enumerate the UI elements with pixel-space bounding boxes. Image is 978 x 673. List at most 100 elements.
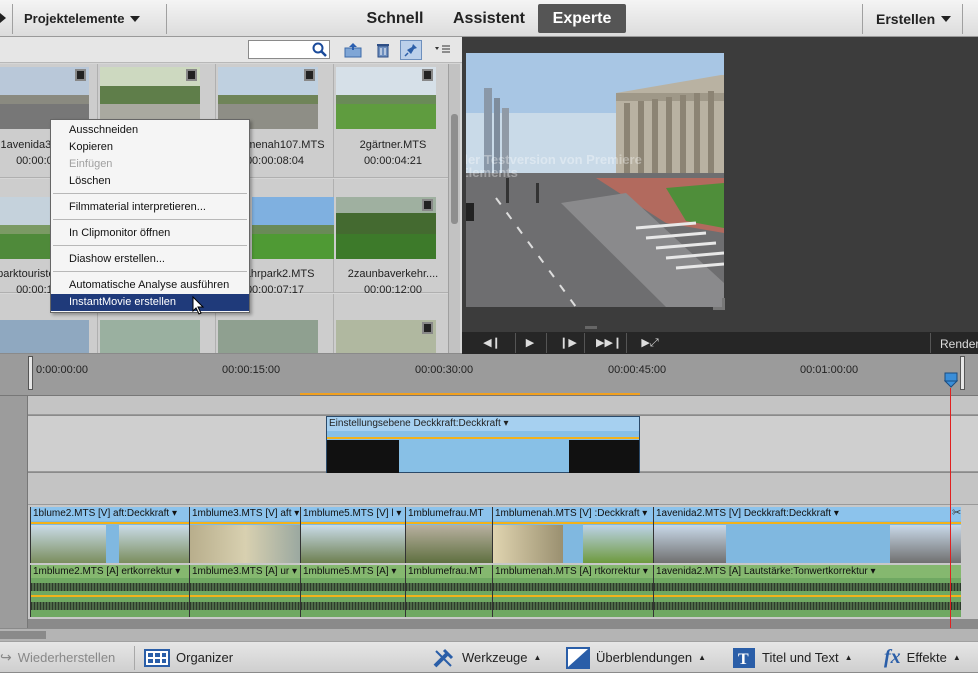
titles-text-button[interactable]: T Titel und Text ▲ (732, 642, 853, 673)
ruler-time: 00:00:15:00 (222, 364, 281, 376)
video-clip[interactable]: 1blume2.MTS [V] aft:Deckkraft ▾ (30, 507, 189, 563)
render-bar (300, 393, 640, 395)
effects-button[interactable]: fx Effekte ▲ (884, 642, 961, 673)
mode-guided-tab[interactable]: Assistent (444, 4, 534, 33)
separator (166, 4, 167, 34)
clip-label: 1mblume5.MTS [V] l ▾ (301, 507, 405, 521)
drag-grip[interactable] (585, 326, 597, 329)
waveform (31, 583, 189, 591)
video-thumbnail (336, 320, 436, 353)
video-clip[interactable]: 1avenida2.MTS [V] Deckkraft:Deckkraft ▾ (653, 507, 961, 563)
audio-clip[interactable]: 1mblume5.MTS [A] ▾ (300, 565, 405, 617)
video-thumbnail (336, 197, 436, 259)
volume-line (301, 595, 405, 597)
video-clip[interactable]: 1mblume3.MTS [V] aft ▾ (189, 507, 300, 563)
audio-clip[interactable]: 1avenida2.MTS [A] Lautstärke:Tonwertkorr… (653, 565, 961, 617)
ruler-time: 0:00:00:00 (36, 364, 88, 376)
clip-frame (406, 525, 492, 563)
clip-label-text: Einstellungsebene Deckkraft:Deckkraft (329, 418, 501, 429)
audio-clip[interactable]: 1mblumenah.MTS [A] rtkorrektur ▾ (492, 565, 653, 617)
go-to-end-icon[interactable]: ▶▶❙ (596, 334, 622, 352)
video-track-3[interactable] (28, 396, 978, 415)
film-icon (422, 69, 433, 81)
scrollbar[interactable] (448, 64, 460, 353)
media-item[interactable] (334, 294, 452, 353)
menu-item-open-clip-monitor[interactable]: In Clipmonitor öffnen (51, 225, 249, 242)
mode-quick-tab[interactable]: Schnell (358, 4, 432, 33)
fullscreen-icon[interactable]: ▶⤢ (638, 334, 662, 352)
timeline-scrollbar[interactable] (0, 628, 978, 641)
transitions-button[interactable]: Überblendungen ▲ (566, 642, 706, 673)
redo-button[interactable]: ↪ Wiederherstellen (0, 642, 115, 673)
playhead-line (950, 388, 951, 628)
audio-clip[interactable]: 1mblume3.MTS [A] ur ▾ (189, 565, 300, 617)
resize-handle[interactable] (713, 298, 725, 310)
work-area-start-handle[interactable] (28, 356, 33, 390)
menu-item-create-slideshow[interactable]: Diashow erstellen... (51, 251, 249, 268)
keyframe-line (190, 522, 300, 524)
waveform (301, 602, 405, 610)
menu-item-paste[interactable]: Einfügen (51, 156, 249, 173)
video-clip[interactable]: 1mblumenah.MTS [V] :Deckkraft ▾ (492, 507, 653, 563)
titles-text-icon: T (733, 647, 755, 668)
menu-item-copy[interactable]: Kopieren (51, 139, 249, 156)
playhead-icon[interactable] (944, 372, 958, 388)
menu-item-instant-movie[interactable]: InstantMovie erstellen (51, 294, 249, 311)
media-item[interactable]: 2gärtner.MTS 00:00:04:21 (334, 64, 452, 178)
import-folder-icon[interactable] (342, 40, 364, 60)
scrollbar-thumb[interactable] (451, 114, 458, 224)
project-assets-dropdown[interactable]: Projektelemente (14, 0, 150, 37)
audio-clip[interactable]: 1mblumefrau.MT (405, 565, 492, 617)
audio-clip[interactable]: 1mblume2.MTS [A] ertkorrektur ▾ (30, 565, 189, 617)
clip-label-text: 1avenida2.MTS [V] Deckkraft:Deckkraft (656, 508, 832, 519)
play-icon[interactable]: ▶ (518, 334, 542, 352)
redo-icon: ↪ (0, 649, 12, 665)
menu-item-cut[interactable]: Ausschneiden (51, 122, 249, 139)
transitions-icon (566, 646, 590, 669)
waveform (190, 602, 300, 610)
bottom-action-bar: ↪ Wiederherstellen Organizer Werkzeuge ▲… (0, 641, 978, 672)
organizer-button[interactable]: Organizer (144, 642, 233, 673)
panel-menu-icon[interactable] (432, 40, 454, 60)
search-input[interactable] (248, 40, 330, 59)
menu-item-auto-analyze[interactable]: Automatische Analyse ausführen (51, 277, 249, 294)
media-item[interactable]: 2zaunbaverkehr.... 00:00:12:00 (334, 179, 452, 296)
tools-label: Werkzeuge (462, 650, 528, 665)
clip-label-text: 1mblume5.MTS [V] l (303, 508, 394, 519)
organizer-label: Organizer (176, 650, 234, 665)
keyframe-line (31, 522, 189, 524)
menu-separator (53, 271, 247, 272)
panel-arrow-icon[interactable] (0, 10, 10, 26)
pin-icon[interactable] (400, 40, 422, 60)
adjustment-layer-clip[interactable]: Einstellungsebene Deckkraft:Deckkraft ▾ (326, 416, 640, 473)
step-forward-icon[interactable]: ❙▶ (556, 334, 580, 352)
ruler-time: 00:00:30:00 (415, 364, 474, 376)
separator (862, 4, 863, 34)
tools-button[interactable]: Werkzeuge ▲ (432, 642, 541, 673)
work-area-end-handle[interactable] (960, 356, 965, 390)
separator (515, 333, 516, 353)
clip-label-text: 1mblumefrau.MT (408, 508, 484, 519)
video-clip[interactable]: 1mblume5.MTS [V] l ▾ (300, 507, 405, 563)
clip-label: 1mblumenah.MTS [V] :Deckkraft ▾ (493, 507, 653, 521)
timeline-ruler[interactable]: 0:00:00:00 00:00:15:00 00:00:30:00 00:00… (0, 354, 978, 396)
video-clip[interactable]: 1mblumefrau.MT (405, 507, 492, 563)
step-back-icon[interactable]: ◀❙ (480, 334, 504, 352)
menu-item-interpret-footage[interactable]: Filmmaterial interpretieren... (51, 199, 249, 216)
menu-item-delete[interactable]: Löschen (51, 173, 249, 190)
trash-icon[interactable] (372, 40, 394, 60)
chevron-down-icon (130, 15, 141, 22)
clip-frame (654, 525, 726, 563)
film-icon (422, 199, 433, 211)
clip-label-text: 1blume2.MTS [V] aft:Deckkraft (33, 508, 170, 519)
search-icon[interactable] (312, 42, 327, 57)
render-button[interactable]: Render (940, 337, 978, 351)
scrollbar-thumb[interactable] (0, 631, 46, 639)
scissors-icon[interactable]: ✂ (952, 506, 970, 520)
clip-label: 1avenida2.MTS [A] Lautstärke:Tonwertkorr… (654, 565, 961, 578)
create-dropdown[interactable]: Erstellen (876, 0, 952, 37)
mode-expert-tab[interactable]: Experte (538, 4, 626, 33)
tools-icon (433, 648, 454, 667)
video-preview[interactable]: der Testversion von Premiere Elements (466, 53, 724, 307)
audio-track-2[interactable] (28, 473, 978, 505)
